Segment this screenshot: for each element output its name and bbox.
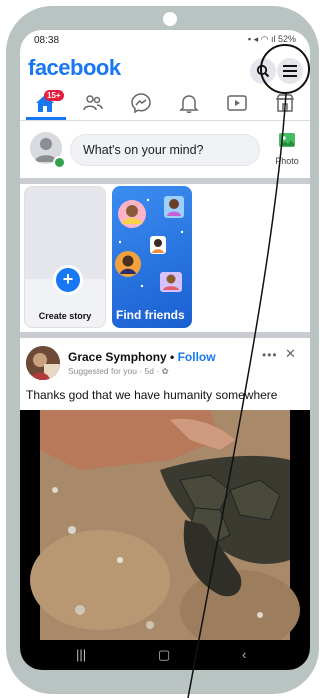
find-friends-illustration xyxy=(115,196,184,292)
tab-video[interactable] xyxy=(226,92,250,116)
marketplace-icon xyxy=(275,94,295,112)
android-nav-bar: ||| ▢ ‹ xyxy=(20,640,310,670)
post-meta: Suggested for you · 5d · xyxy=(68,366,160,376)
plus-icon: + xyxy=(53,265,83,295)
messenger-icon xyxy=(131,93,151,114)
stories-tray: + Create story Find friends xyxy=(20,184,310,332)
author-photo xyxy=(26,346,60,380)
status-time: 08:38 xyxy=(34,35,60,46)
status-bar: 08:38 ▪ ◂ ◠ ıl 52% xyxy=(20,30,310,50)
friends-icon xyxy=(83,95,103,111)
signal-icons: ▪ ◂ ◠ ıl xyxy=(247,34,278,44)
post-author-avatar[interactable] xyxy=(26,346,60,380)
active-tab-indicator xyxy=(26,117,66,120)
audience-icon: ✿ xyxy=(161,366,169,376)
tab-notifications[interactable] xyxy=(178,92,202,116)
online-status-dot xyxy=(53,156,66,169)
post-header-line: Grace Symphony • Follow xyxy=(68,350,216,364)
battery-level: 52% xyxy=(277,34,296,44)
create-story-label: Create story xyxy=(38,311,92,321)
post-image[interactable] xyxy=(20,410,310,640)
find-friends-card[interactable]: Find friends xyxy=(112,186,192,328)
close-icon[interactable]: ✕ xyxy=(285,346,296,362)
post-text: Thanks god that we have humanity somewhe… xyxy=(26,388,278,402)
home-system-icon[interactable]: ▢ xyxy=(158,647,170,663)
tab-marketplace[interactable] xyxy=(274,92,298,116)
video-icon xyxy=(227,95,247,111)
post-composer: What's on your mind? Photo xyxy=(20,122,310,184)
bell-icon xyxy=(179,95,199,113)
back-icon[interactable]: ‹ xyxy=(242,647,246,662)
more-options-icon[interactable]: ••• xyxy=(262,348,278,362)
turtle-photo xyxy=(20,410,310,640)
photo-icon xyxy=(279,133,295,147)
tab-messenger[interactable] xyxy=(130,92,154,116)
whats-on-your-mind-input[interactable]: What's on your mind? xyxy=(70,134,260,166)
photo-button[interactable]: Photo xyxy=(270,130,304,170)
recent-apps-icon[interactable]: ||| xyxy=(76,647,86,662)
main-tab-bar: 15+ xyxy=(20,88,310,121)
facebook-logo: facebook xyxy=(28,55,121,80)
create-story-card[interactable]: + Create story xyxy=(24,186,106,328)
feed-post: Grace Symphony • Follow Suggested for yo… xyxy=(20,338,310,670)
tab-friends[interactable] xyxy=(82,92,106,116)
post-meta-line: Suggested for you · 5d · ✿ xyxy=(68,366,169,377)
name-separator: • xyxy=(170,350,175,364)
photo-label: Photo xyxy=(275,156,299,166)
post-author-name[interactable]: Grace Symphony xyxy=(68,350,167,364)
annotation-circle xyxy=(260,44,310,94)
follow-link[interactable]: Follow xyxy=(178,350,216,364)
find-friends-label: Find friends xyxy=(116,308,185,322)
phone-screen: 08:38 ▪ ◂ ◠ ıl 52% facebook 15+ What's o… xyxy=(20,30,310,670)
phone-camera-dot xyxy=(163,12,177,26)
notification-badge: 15+ xyxy=(44,90,64,101)
